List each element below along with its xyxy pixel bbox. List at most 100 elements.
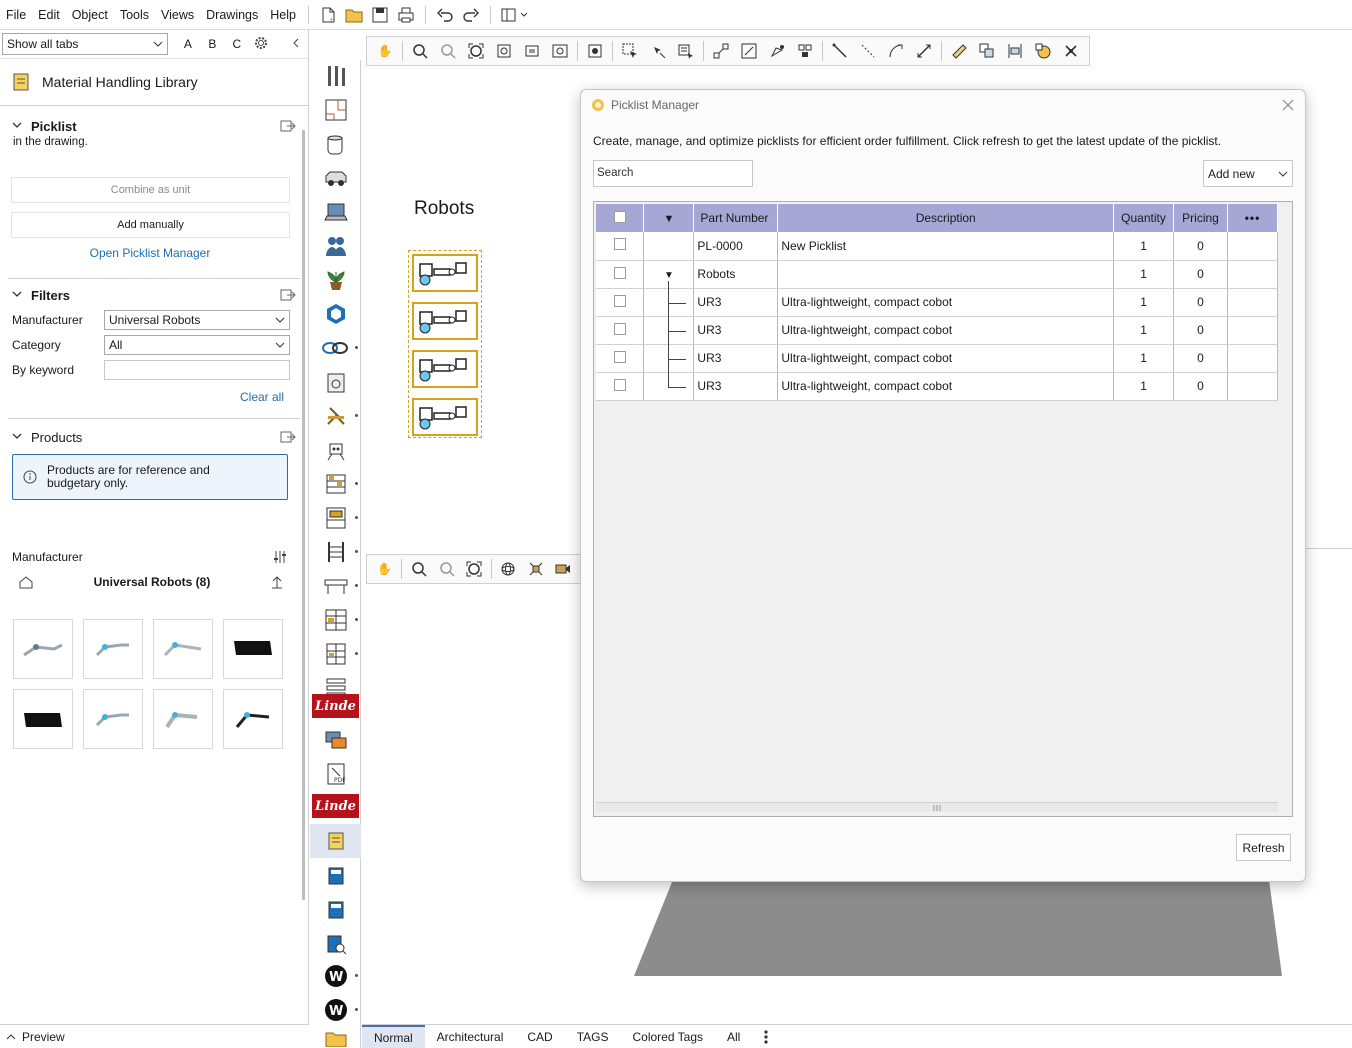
- pan-hand-icon[interactable]: ✋: [371, 39, 399, 63]
- table-row[interactable]: UR3 Ultra-lightweight, compact cobot 1 0: [596, 372, 1279, 401]
- robot-block[interactable]: [412, 398, 478, 436]
- rotate-icon[interactable]: [763, 39, 791, 63]
- save-icon[interactable]: [369, 4, 391, 26]
- tab-colored-tags[interactable]: Colored Tags: [621, 1025, 716, 1048]
- w-logo-icon[interactable]: W: [312, 994, 359, 1026]
- connect-icon[interactable]: [707, 39, 735, 63]
- ruler-icon[interactable]: [945, 39, 973, 63]
- tab-b-button[interactable]: B: [200, 37, 224, 51]
- link-icon[interactable]: [312, 332, 359, 364]
- more-tabs-icon[interactable]: [752, 1025, 780, 1048]
- preview-section[interactable]: Preview: [0, 1024, 309, 1048]
- chair-icon[interactable]: [312, 400, 359, 432]
- blueprint-icon[interactable]: [312, 94, 359, 126]
- vehicle-icon[interactable]: [312, 162, 359, 194]
- zoom-all-icon[interactable]: [462, 39, 490, 63]
- robot-icon[interactable]: [312, 434, 359, 466]
- table-row[interactable]: UR3 Ultra-lightweight, compact cobot 1 0: [596, 316, 1279, 345]
- quantity-cell[interactable]: 1: [1113, 260, 1175, 289]
- tab-a-button[interactable]: A: [176, 37, 200, 51]
- delete-icon[interactable]: [1057, 39, 1085, 63]
- folder-icon[interactable]: [312, 1028, 359, 1048]
- product-thumb[interactable]: [223, 689, 283, 749]
- zoom-all-icon[interactable]: [460, 557, 487, 581]
- column-header-part-number[interactable]: Part Number: [693, 204, 779, 232]
- move-node-icon[interactable]: [735, 39, 763, 63]
- undo-icon[interactable]: [434, 4, 456, 26]
- dashed-line-icon[interactable]: [854, 39, 882, 63]
- zoom-out-icon[interactable]: [433, 557, 460, 581]
- new-file-icon[interactable]: +: [317, 4, 339, 26]
- linde-logo-icon[interactable]: Linde: [312, 694, 359, 718]
- tab-tags[interactable]: TAGS: [565, 1025, 621, 1048]
- product-thumb[interactable]: [153, 689, 213, 749]
- menu-drawings[interactable]: Drawings: [200, 8, 264, 22]
- close-icon[interactable]: [1279, 96, 1297, 114]
- row-checkbox[interactable]: [613, 238, 626, 251]
- row-checkbox[interactable]: [613, 350, 626, 363]
- search-book-icon[interactable]: [312, 928, 359, 960]
- menu-help[interactable]: Help: [264, 8, 302, 22]
- people-icon[interactable]: [312, 230, 359, 262]
- pan-hand-icon[interactable]: ✋: [371, 557, 398, 581]
- open-folder-icon[interactable]: [343, 4, 365, 26]
- dimension-icon[interactable]: [910, 39, 938, 63]
- pdf-icon[interactable]: PDF: [312, 758, 359, 790]
- tools-icon[interactable]: [312, 60, 359, 92]
- column-header-quantity[interactable]: Quantity: [1113, 204, 1175, 232]
- menu-views[interactable]: Views: [155, 8, 200, 22]
- panel-scrollbar[interactable]: [302, 130, 305, 900]
- w-logo-icon[interactable]: W: [312, 960, 359, 992]
- tab-all[interactable]: All: [715, 1025, 752, 1048]
- add-manually-button[interactable]: Add manually: [11, 212, 290, 238]
- conveyor-icon[interactable]: [312, 570, 359, 602]
- clear-all-link[interactable]: Clear all: [0, 382, 308, 412]
- keyword-input[interactable]: [104, 359, 290, 380]
- combine-as-unit-button[interactable]: Combine as unit: [11, 177, 290, 203]
- zoom-window-icon[interactable]: [518, 39, 546, 63]
- column-header-pricing[interactable]: Pricing: [1173, 204, 1228, 232]
- product-thumb[interactable]: [83, 689, 143, 749]
- column-options[interactable]: •••: [1227, 204, 1279, 232]
- products-section-header[interactable]: Products: [0, 425, 308, 449]
- plant-icon[interactable]: [312, 264, 359, 296]
- orbit-icon[interactable]: [495, 557, 522, 581]
- export-icon[interactable]: [280, 431, 296, 443]
- product-thumb[interactable]: [13, 689, 73, 749]
- group-icon[interactable]: [791, 39, 819, 63]
- menu-object[interactable]: Object: [66, 8, 114, 22]
- export-icon[interactable]: [280, 120, 296, 132]
- sketchup-icon[interactable]: [312, 298, 359, 330]
- gear-icon[interactable]: [249, 35, 273, 54]
- search-input[interactable]: Search: [593, 160, 753, 187]
- row-checkbox[interactable]: [613, 294, 626, 307]
- table-row[interactable]: UR3 Ultra-lightweight, compact cobot 1 0: [596, 288, 1279, 317]
- zoom-previous-icon[interactable]: [546, 39, 574, 63]
- expand-column-header[interactable]: ▼: [643, 204, 695, 232]
- copy-icon[interactable]: [973, 39, 1001, 63]
- shelf-icon[interactable]: [312, 502, 359, 534]
- product-thumb[interactable]: [223, 619, 283, 679]
- filters-section-header[interactable]: Filters: [0, 283, 308, 307]
- home-icon[interactable]: [18, 575, 34, 589]
- select-text-icon[interactable]: [672, 39, 700, 63]
- open-picklist-manager-link[interactable]: Open Picklist Manager: [0, 246, 308, 260]
- quantity-cell[interactable]: 1: [1113, 288, 1175, 317]
- align-icon[interactable]: [1001, 39, 1029, 63]
- menu-edit[interactable]: Edit: [32, 8, 66, 22]
- row-checkbox[interactable]: [613, 322, 626, 335]
- blue-book-icon[interactable]: [312, 860, 359, 892]
- arc-icon[interactable]: [882, 39, 910, 63]
- walk-icon[interactable]: [522, 557, 549, 581]
- layout-dropdown-icon[interactable]: [499, 4, 533, 26]
- table-row[interactable]: UR3 Ultra-lightweight, compact cobot 1 0: [596, 344, 1279, 373]
- box-icon[interactable]: [312, 366, 359, 398]
- picklist-section-header[interactable]: Picklist: [0, 114, 308, 138]
- rack-icon[interactable]: [312, 468, 359, 500]
- pallet-rack-icon[interactable]: [312, 604, 359, 636]
- add-new-dropdown[interactable]: Add new: [1203, 160, 1293, 187]
- quantity-cell[interactable]: 1: [1113, 232, 1175, 261]
- manufacturer-select[interactable]: Universal Robots: [104, 309, 290, 330]
- laptop-icon[interactable]: [312, 196, 359, 228]
- table-row[interactable]: PL-0000 New Picklist 1 0: [596, 232, 1279, 261]
